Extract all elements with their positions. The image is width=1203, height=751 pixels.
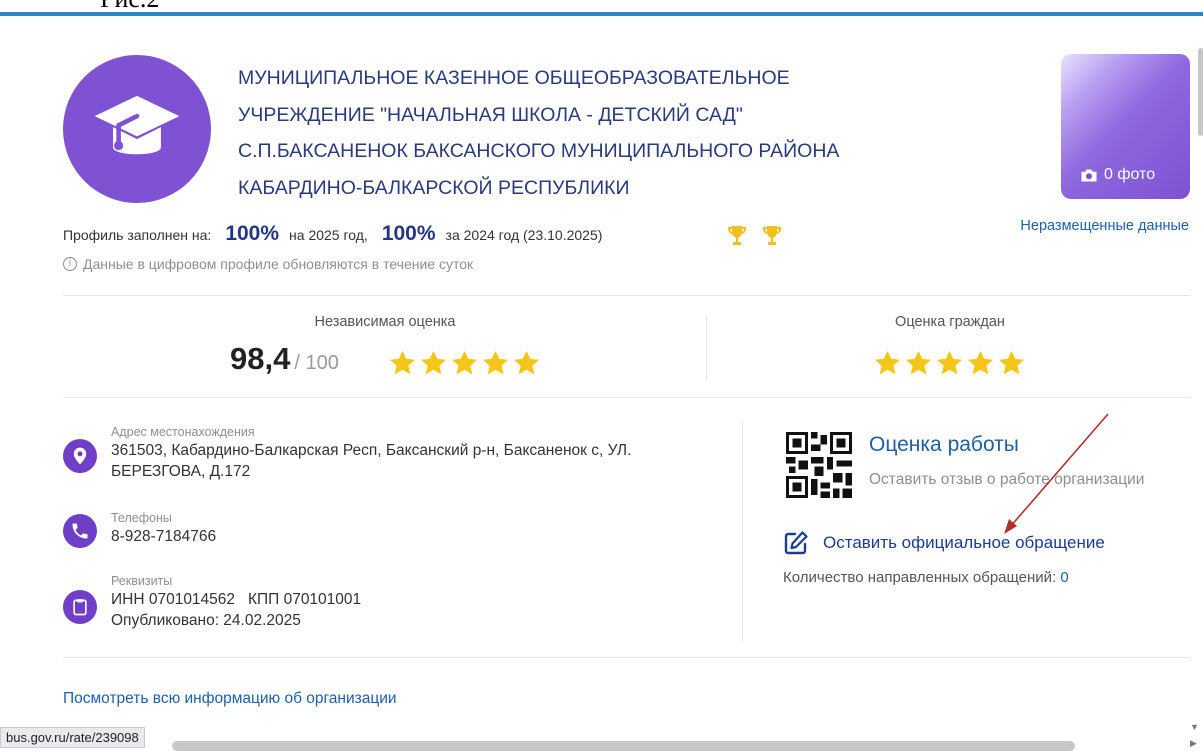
contacts-divider [742,421,743,641]
info-icon: i [63,257,77,271]
appeal-count: Количество направленных обращений: 0 [783,569,1069,586]
requisites-caption: Реквизиты [111,574,173,588]
camera-icon [1081,169,1097,181]
divider [63,295,1190,296]
phone-number[interactable]: 8-928-7184766 [111,526,216,547]
independent-score: 98,4 / 100 [230,341,339,377]
star-icon [905,350,932,375]
fill-percent-previous: 100% [381,222,436,245]
qr-code-icon[interactable] [786,432,852,498]
star-icon [420,350,447,375]
appeal-count-label: Количество направленных обращений: [783,569,1057,586]
status-bar-url: bus.gov.ru/rate/239098 [0,727,145,748]
star-icon [936,350,963,375]
update-note-text: Данные в цифровом профиле обновляются в … [83,256,474,272]
star-icon [389,350,416,375]
location-pin-icon [63,439,97,473]
citizens-rating-label-text: Оценка граждан [895,314,1005,330]
official-appeal-link[interactable]: Оставить официальное обращение [823,533,1105,553]
previous-year-label: за 2024 год (23.10.2025) [445,227,603,243]
photo-count[interactable]: 0 фото [1080,166,1155,184]
star-icon [967,350,994,375]
org-title: МУНИЦИПАЛЬНОЕ КАЗЕННОЕ ОБЩЕОБРАЗОВАТЕЛЬН… [238,60,958,206]
horizontal-scrollbar[interactable] [172,741,1075,751]
profile-fill-label: Профиль заполнен на: [63,227,212,243]
work-evaluation-link[interactable]: Оценка работы [869,433,1019,457]
star-icon [998,350,1025,375]
clipboard-icon [63,590,97,624]
org-title-line: КАБАРДИНО-БАЛКАРСКОЙ РЕСПУБЛИКИ [238,176,630,199]
published-date: Опубликовано: 24.02.2025 [111,612,301,629]
divider [63,657,1190,658]
score-max: / 100 [294,352,339,374]
address-line: 361503, Кабардино-Балкарская Респ, Бакса… [111,442,632,459]
top-border [0,12,1203,16]
independent-rating-label-text: Независимая оценка [314,314,456,330]
vertical-scrollbar-thumb[interactable] [1198,48,1203,136]
edit-icon [784,531,808,555]
requisites-block: Реквизиты ИНН 0701014562 КПП 070101001 О… [63,574,361,631]
appeal-count-value: 0 [1060,569,1069,586]
star-icon [451,350,478,375]
phones-block: Телефоны 8-928-7184766 [63,511,216,548]
org-title-line: УЧРЕЖДЕНИЕ "НАЧАЛЬНАЯ ШКОЛА - ДЕТСКИЙ СА… [238,103,743,126]
inn-kpp: ИНН 0701014562 КПП 070101001 [111,591,362,608]
trophy-icon [727,226,747,245]
work-evaluation-subtitle: Оставить отзыв о работе организации [869,471,1145,488]
citizens-rating-label: Оценка граждан [815,314,1085,330]
address-block: Адрес местонахождения 361503, Кабардино-… [63,425,631,482]
address-caption: Адрес местонахождения [111,425,255,439]
graduation-cap-icon [94,95,180,155]
star-icon [482,350,509,375]
scroll-right-arrow-icon[interactable]: ▶ [1190,738,1197,749]
rating-divider [706,316,707,380]
update-note: i Данные в цифровом профиле обновляются … [63,256,473,272]
org-title-line: МУНИЦИПАЛЬНОЕ КАЗЕННОЕ ОБЩЕОБРАЗОВАТЕЛЬН… [238,67,790,89]
unplaced-data-link[interactable]: Неразмещенные данные [1020,218,1189,234]
independent-stars [388,349,541,378]
profile-fill-row: Профиль заполнен на: 100% на 2025 год, 1… [63,222,602,246]
official-appeal[interactable]: Оставить официальное обращение [783,530,1105,556]
all-info-link[interactable]: Посмотреть всю информацию об организации [63,690,397,708]
fill-percent-current: 100% [225,222,280,245]
phone-icon [63,514,97,548]
divider [63,397,1190,398]
address-line: БЕРЕЗГОВА, Д.172 [111,463,251,480]
org-title-line: С.П.БАКСАНЕНОК БАКСАНСКОГО МУНИЦИПАЛЬНОГ… [238,140,840,162]
star-icon [874,350,901,375]
trophy-icon [762,226,782,245]
scroll-down-arrow-icon[interactable]: ▼ [1190,722,1199,732]
score-value: 98,4 [230,341,291,376]
current-year-label: на 2025 год, [289,227,368,243]
independent-rating-label: Независимая оценка [250,314,520,330]
photo-count-label: 0 фото [1104,166,1156,183]
citizens-stars [873,349,1026,378]
star-icon [513,350,540,375]
phones-caption: Телефоны [111,511,172,525]
org-logo [63,55,211,203]
